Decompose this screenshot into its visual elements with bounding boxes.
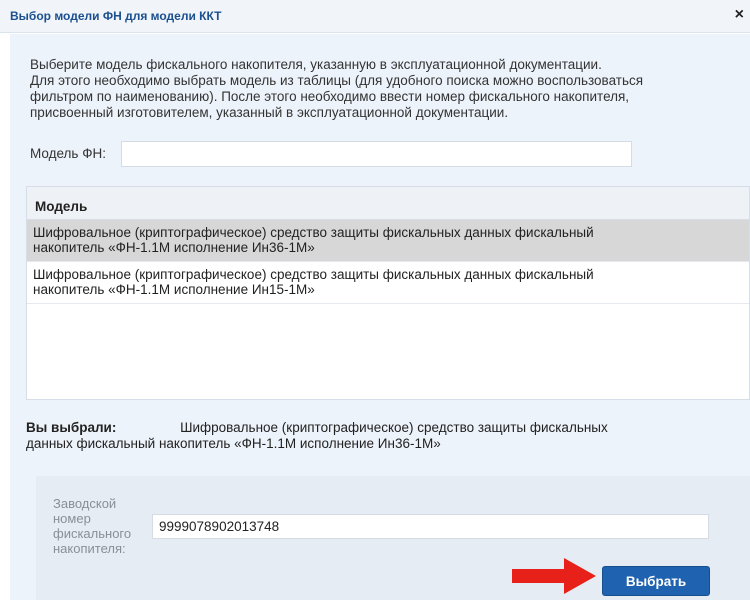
model-filter-label: Модель ФН: <box>30 146 106 161</box>
selected-model-label: Вы выбрали: <box>26 420 117 435</box>
instructions-line: Выберите модель фискального накопителя, … <box>30 57 602 72</box>
instructions-text: Выберите модель фискального накопителя, … <box>30 57 730 121</box>
serial-label-line: фискального <box>53 526 132 541</box>
dialog-title: Выбор модели ФН для модели ККТ <box>10 9 222 23</box>
models-table-header: Модель <box>27 187 749 220</box>
row-text-line: накопитель «ФН-1.1М исполнение Ин15-1М» <box>33 282 315 297</box>
dialog-titlebar: Выбор модели ФН для модели ККТ × <box>0 0 750 33</box>
table-row[interactable]: Шифровальное (криптографическое) средств… <box>27 220 749 262</box>
serial-number-input[interactable] <box>152 514 709 539</box>
selected-model-value: Шифровальное (криптографическое) средств… <box>180 420 608 435</box>
arrow-right-icon <box>512 558 596 594</box>
row-text-line: Шифровальное (криптографическое) средств… <box>33 225 594 240</box>
selected-model-value-cont: данных фискальный накопитель «ФН-1.1М ис… <box>26 436 441 451</box>
instructions-line: присвоенный изготовителем, указанный в э… <box>30 105 509 120</box>
row-text-line: Шифровальное (криптографическое) средств… <box>33 267 594 282</box>
serial-label-line: Заводской <box>53 496 117 511</box>
instructions-line: Для этого необходимо выбрать модель из т… <box>30 73 644 88</box>
row-text-line: накопитель «ФН-1.1М исполнение Ин36-1М» <box>33 240 315 255</box>
instructions-line: фильтром по наименованию). После этого н… <box>30 89 630 104</box>
serial-label-line: накопителя: <box>53 541 126 556</box>
models-table: Модель Шифровальное (криптографическое) … <box>26 186 750 400</box>
serial-label-line: номер <box>53 511 91 526</box>
close-icon[interactable]: × <box>735 5 744 25</box>
select-button[interactable]: Выбрать <box>602 566 710 596</box>
fn-model-dialog: Выбор модели ФН для модели ККТ × Выберит… <box>0 0 750 600</box>
table-row[interactable]: Шифровальное (криптографическое) средств… <box>27 262 749 304</box>
model-filter-input[interactable] <box>121 141 632 167</box>
selected-model-summary: Вы выбрали: Шифровальное (криптографичес… <box>26 420 741 452</box>
serial-number-label: Заводской номер фискального накопителя: <box>53 496 133 556</box>
